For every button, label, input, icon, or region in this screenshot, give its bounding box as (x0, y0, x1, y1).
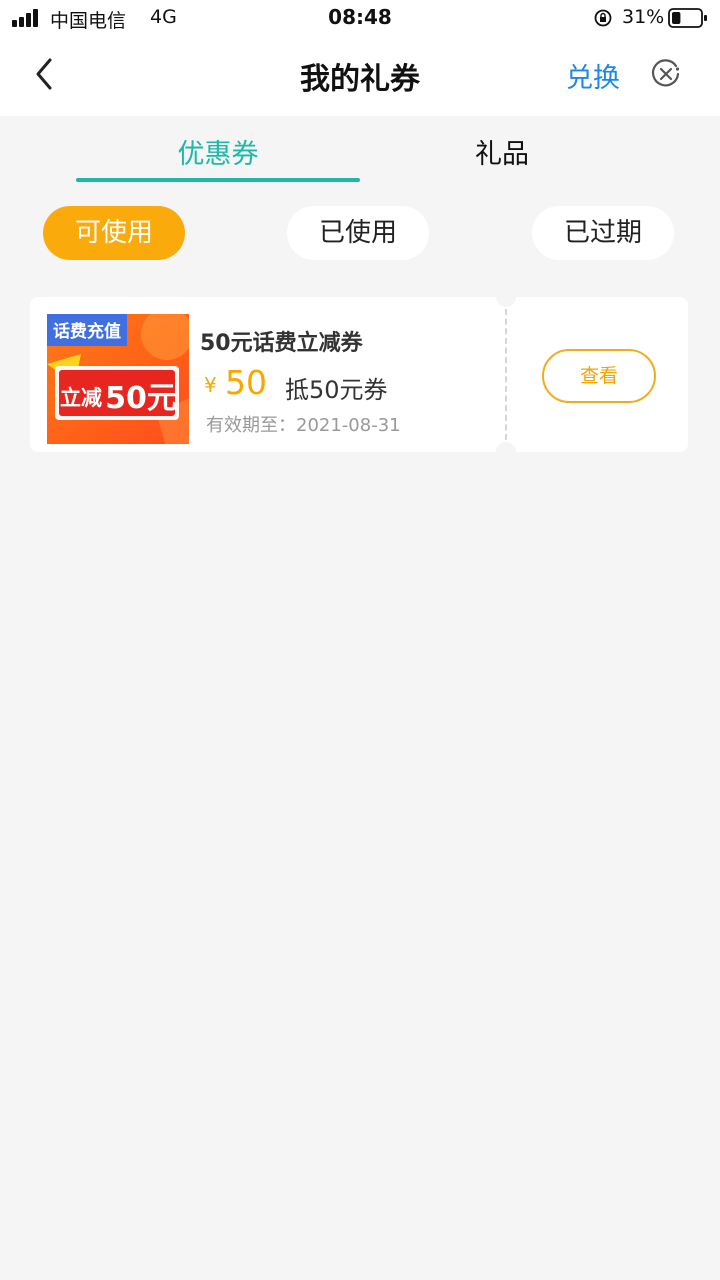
battery-percent: 31% (622, 6, 665, 28)
coupon-validity: 有效期至：2021-08-31 (206, 415, 401, 436)
filter-expired[interactable]: 已过期 (532, 206, 674, 260)
tab-bar: 优惠券 礼品 (0, 116, 720, 188)
filter-available[interactable]: 可使用 (43, 206, 185, 260)
status-bar: 中国电信 4G 08:48 31% (0, 0, 720, 36)
close-circle-icon[interactable] (650, 58, 682, 90)
coupon-action-area: 查看 (506, 297, 688, 452)
coupon-card[interactable]: 查看 话费充值 立减 50元 50元话费立减券 ¥ 50 抵50元券 有效期至：… (30, 287, 688, 462)
view-coupon-button[interactable]: 查看 (542, 349, 656, 403)
tab-gifts[interactable]: 礼品 (360, 132, 644, 171)
filter-used[interactable]: 已使用 (287, 206, 429, 260)
coupon-currency: ¥ (204, 373, 217, 397)
coupon-description: 抵50元券 (285, 376, 388, 404)
status-filters: 可使用 已使用 已过期 (0, 206, 720, 262)
battery-icon (668, 8, 707, 28)
tab-coupons[interactable]: 优惠券 (76, 132, 360, 171)
orientation-lock-icon (594, 9, 612, 27)
nav-bar: 我的礼券 兑换 (0, 36, 720, 116)
coupon-thumbnail: 话费充值 立减 50元 (47, 314, 189, 444)
clock: 08:48 (328, 5, 392, 29)
ticket-notch-top (496, 287, 516, 307)
thumbnail-amount-text: 50元 (105, 381, 177, 416)
ticket-notch-bottom (496, 442, 516, 462)
thumbnail-badge-text: 话费充值 (53, 321, 121, 342)
coupon-amount: 50 (225, 363, 267, 402)
coupon-name: 50元话费立减券 (200, 331, 363, 356)
exchange-button[interactable]: 兑换 (566, 56, 620, 95)
thumbnail-prefix-text: 立减 (60, 386, 102, 410)
ticket-divider (505, 309, 507, 440)
active-tab-indicator (76, 178, 360, 182)
